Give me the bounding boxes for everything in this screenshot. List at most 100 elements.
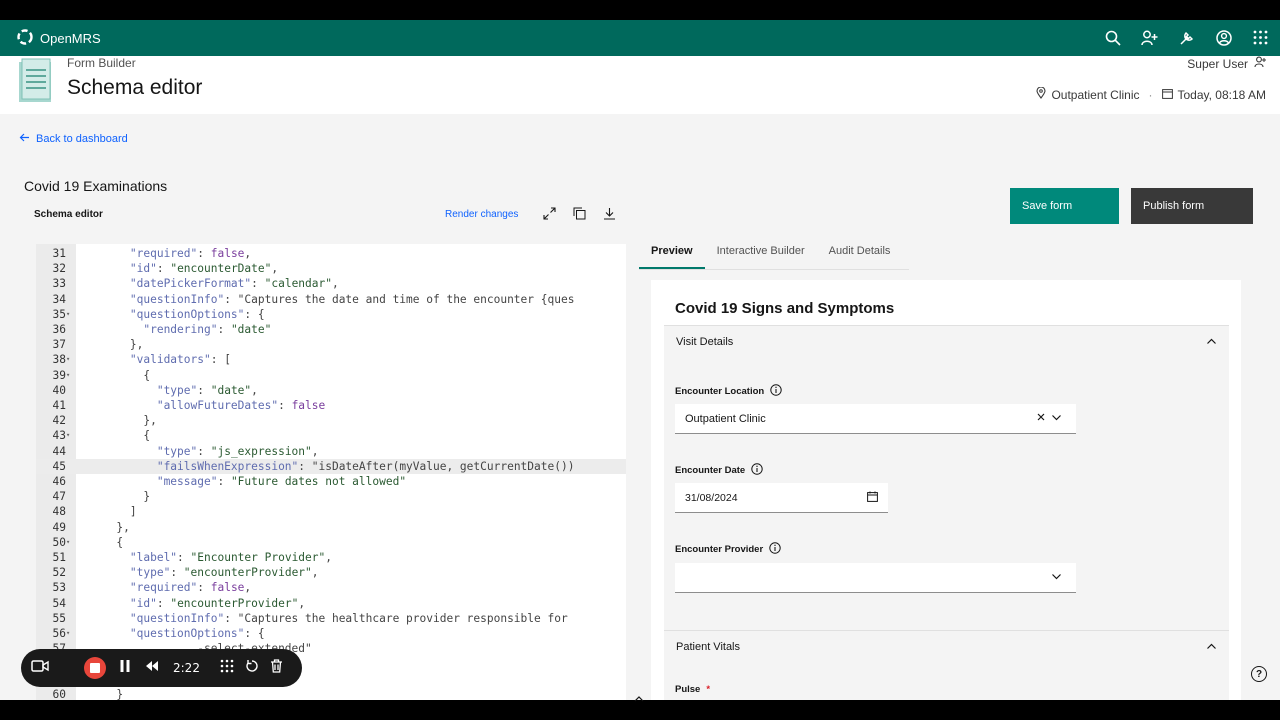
line-number: 50 [52, 535, 66, 549]
code-line[interactable]: 32 "id": "encounterDate", [36, 261, 626, 276]
code-line[interactable]: 39 ▾ { [36, 368, 626, 383]
code-line[interactable]: 36 "rendering": "date" [36, 322, 626, 337]
calendar-icon[interactable] [867, 491, 878, 502]
page-title: Schema editor [67, 76, 203, 99]
trash-icon[interactable] [270, 659, 283, 673]
line-number: 33 [52, 277, 66, 291]
fold-toggle-icon[interactable]: ▾ [66, 535, 74, 550]
tab-interactive-builder[interactable]: Interactive Builder [705, 238, 817, 269]
copy-icon[interactable] [573, 207, 587, 221]
camera-icon[interactable] [31, 659, 49, 673]
code-line[interactable]: 53 "required": false, [36, 580, 626, 595]
code-line[interactable]: 37 }, [36, 337, 626, 352]
maximize-icon[interactable] [543, 207, 557, 221]
code-line[interactable]: 33 "datePickerFormat": "calendar", [36, 276, 626, 291]
info-icon[interactable] [769, 542, 781, 557]
rewind-icon[interactable] [145, 659, 159, 673]
code-line[interactable]: 45 "failsWhenExpression": "isDateAfter(m… [36, 458, 626, 474]
code-line[interactable]: 40 "type": "date", [36, 383, 626, 398]
encounter-provider-select[interactable] [675, 563, 1076, 593]
form-title: Covid 19 Examinations [24, 178, 168, 194]
code-text: "id": "encounterDate", [129, 262, 279, 276]
code-text: }, [76, 414, 157, 428]
line-number: 44 [52, 444, 66, 458]
scroll-up-icon[interactable] [634, 690, 644, 708]
fold-toggle-icon[interactable]: ▾ [66, 352, 74, 367]
section-visit-details[interactable]: Visit Details [664, 325, 1229, 357]
chevron-down-icon[interactable] [1051, 571, 1062, 582]
code-line[interactable]: 51 "label": "Encounter Provider", [36, 550, 626, 565]
tab-preview[interactable]: Preview [639, 238, 705, 269]
code-line[interactable]: 46 "message": "Future dates not allowed" [36, 474, 626, 489]
code-text: }, [76, 338, 144, 352]
add-patient-icon[interactable] [1140, 28, 1159, 47]
save-form-button[interactable]: Save form [1010, 188, 1119, 224]
code-line[interactable]: 60 } [36, 687, 626, 700]
session-location[interactable]: Outpatient Clinic [1051, 88, 1139, 102]
app-switcher-icon[interactable] [1251, 28, 1270, 47]
pause-icon[interactable] [119, 659, 131, 673]
line-number: 39 [52, 368, 66, 382]
user-name: Super User [1187, 56, 1248, 71]
code-line[interactable]: 44 "type": "js_expression", [36, 444, 626, 459]
code-line[interactable]: 55 "questionInfo": "Captures the healthc… [36, 611, 626, 626]
tools-icon[interactable] [1177, 28, 1196, 47]
code-text: "questionInfo": "Captures the healthcare… [129, 611, 568, 625]
back-to-dashboard-link[interactable]: Back to dashboard [19, 133, 128, 145]
patient-vitals-body: Pulse * [664, 662, 1229, 700]
screen-recorder-toolbar: 2:22 [21, 649, 302, 687]
publish-form-button[interactable]: Publish form [1131, 188, 1253, 224]
code-text: } [76, 490, 151, 504]
code-line[interactable]: 43 ▾ { [36, 428, 626, 443]
code-line[interactable]: 52 "type": "encounterProvider", [36, 565, 626, 580]
code-line[interactable]: 42 }, [36, 413, 626, 428]
code-line[interactable]: 48 ] [36, 504, 626, 519]
search-icon[interactable] [1103, 28, 1122, 47]
user-avatar-icon[interactable] [1214, 28, 1233, 47]
encounter-date-input[interactable]: 31/08/2024 [675, 483, 888, 513]
schema-code-editor[interactable]: 31 "required": false, 32 "id": "encounter… [36, 244, 626, 700]
chevron-down-icon[interactable] [1051, 412, 1062, 423]
brand[interactable]: OpenMRS [16, 28, 101, 49]
code-text: "questionOptions": { [129, 307, 265, 321]
user-menu[interactable]: Super User [1187, 56, 1266, 71]
code-text: "rendering": "date" [143, 323, 272, 336]
code-text: "required": false, [129, 247, 252, 260]
code-line[interactable]: 54 "id": "encounterProvider", [36, 596, 626, 611]
code-line[interactable]: 49 }, [36, 520, 626, 535]
info-icon[interactable] [751, 463, 763, 478]
fold-toggle-icon[interactable]: ▾ [66, 428, 74, 443]
tab-audit-details[interactable]: Audit Details [817, 238, 903, 269]
code-line[interactable]: 31 "required": false, [36, 246, 626, 261]
fold-toggle-icon[interactable]: ▾ [66, 626, 74, 641]
info-icon[interactable] [770, 384, 782, 399]
required-marker: * [706, 684, 711, 695]
code-text: "label": "Encounter Provider", [129, 551, 332, 564]
line-number: 52 [52, 566, 66, 580]
code-line[interactable]: 47 } [36, 489, 626, 504]
encounter-location-select[interactable]: Outpatient Clinic [675, 404, 1076, 434]
code-text: "allowFutureDates": false [156, 399, 326, 412]
code-line[interactable]: 56 ▾ "questionOptions": { [36, 626, 626, 641]
code-line[interactable]: 35 ▾ "questionOptions": { [36, 307, 626, 322]
page-header: Form Builder Schema editor Super User Ou… [0, 56, 1280, 114]
preview-form-title: Covid 19 Signs and Symptoms [675, 300, 895, 317]
help-icon[interactable]: ? [1251, 666, 1267, 682]
line-number: 46 [52, 475, 66, 488]
clear-icon[interactable] [1036, 412, 1046, 422]
stop-recording-button[interactable] [84, 657, 106, 679]
code-line[interactable]: 34 "questionInfo": "Captures the date an… [36, 292, 626, 307]
grid-icon[interactable] [220, 659, 234, 673]
code-line[interactable]: 38 ▾ "validators": [ [36, 352, 626, 367]
download-icon[interactable] [603, 207, 617, 221]
code-line[interactable]: 50 ▾ { [36, 535, 626, 550]
render-changes-button[interactable]: Render changes [445, 209, 518, 220]
fold-toggle-icon[interactable]: ▾ [66, 307, 74, 322]
section-patient-vitals[interactable]: Patient Vitals [664, 630, 1229, 662]
code-text: } [76, 687, 124, 700]
fold-toggle-icon[interactable]: ▾ [66, 368, 74, 383]
code-line[interactable]: 41 "allowFutureDates": false [36, 398, 626, 413]
line-number: 43 [52, 429, 66, 443]
restart-icon[interactable] [245, 659, 259, 673]
code-text: { [76, 429, 151, 443]
